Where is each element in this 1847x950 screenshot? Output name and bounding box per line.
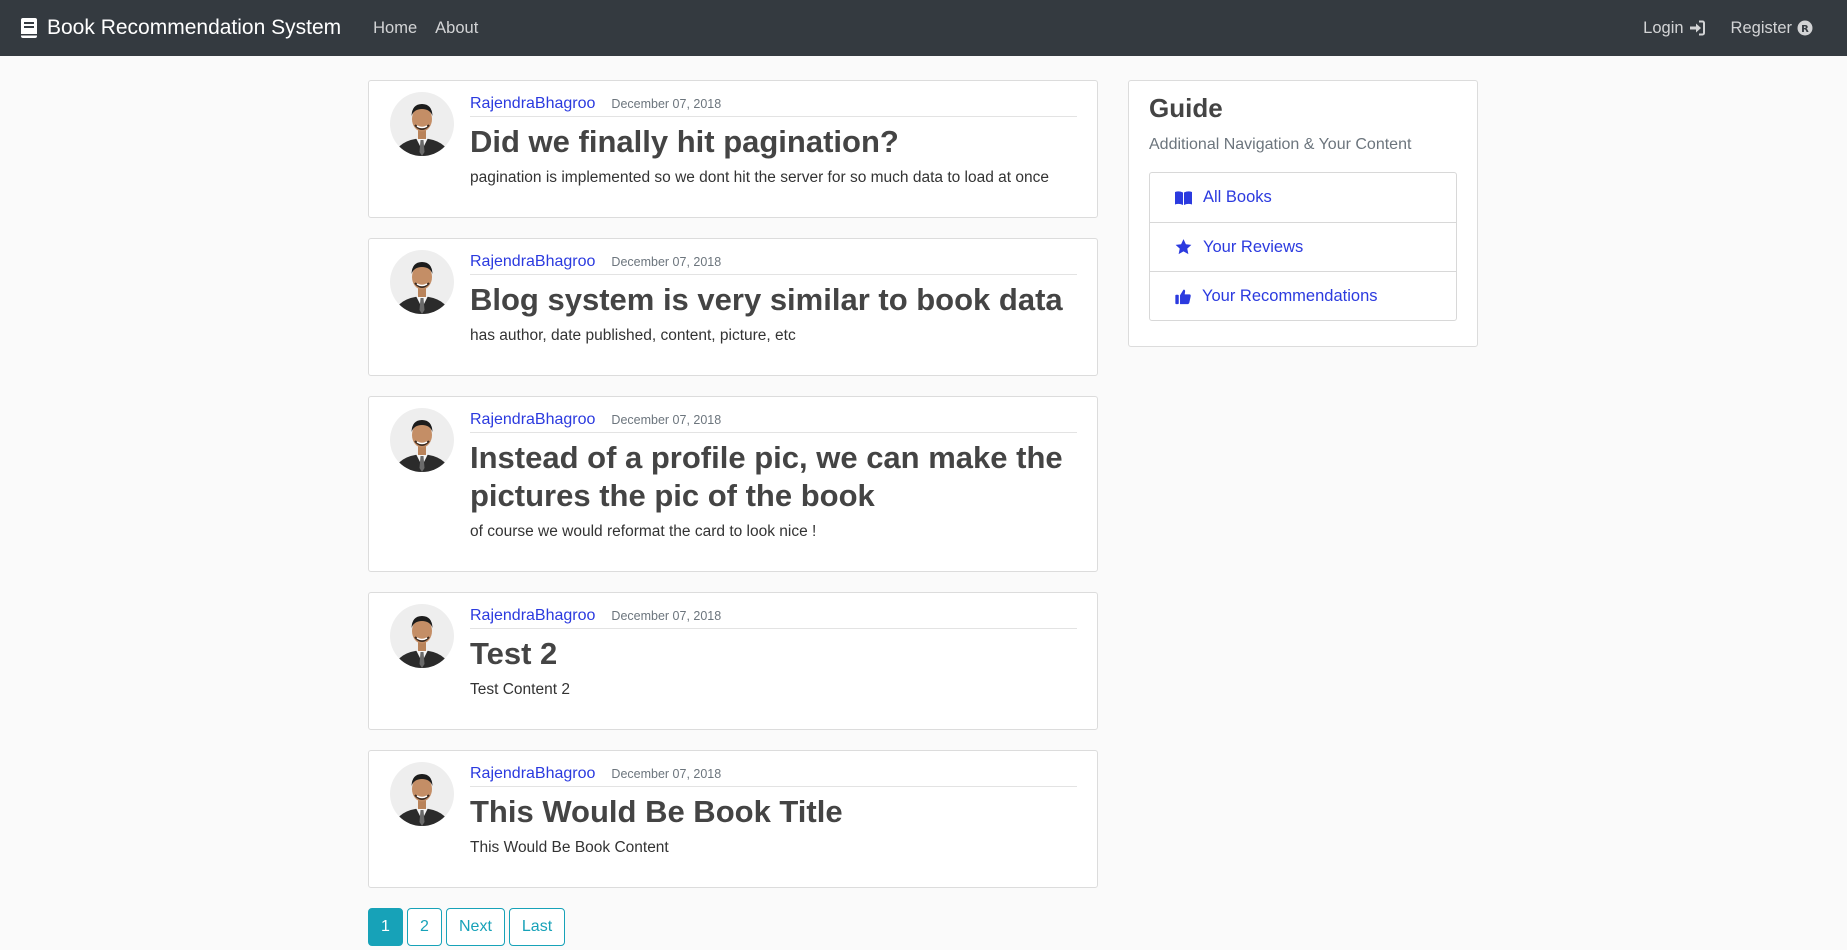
login-link[interactable]: Login: [1643, 18, 1705, 38]
guide-item-your-reviews[interactable]: Your Reviews: [1150, 222, 1456, 271]
post-author-link[interactable]: RajendraBhagroo: [470, 411, 595, 429]
post-content: has author, date published, content, pic…: [470, 327, 796, 344]
nav-home-link[interactable]: Home: [373, 19, 417, 38]
thumbs-up-icon: [1175, 289, 1191, 304]
post-title[interactable]: This Would Be Book Title: [470, 793, 1077, 831]
post-author-link[interactable]: RajendraBhagroo: [470, 765, 595, 783]
post-date: December 07, 2018: [611, 413, 722, 427]
guide-item-your-recommendations[interactable]: Your Recommendations: [1150, 271, 1456, 320]
guide-item-label: All Books: [1203, 188, 1272, 206]
register-label: Register: [1730, 18, 1792, 37]
page-1-button[interactable]: 1: [368, 908, 403, 946]
post-date: December 07, 2018: [611, 97, 722, 111]
register-link[interactable]: Register R: [1731, 19, 1813, 38]
svg-text:R: R: [1801, 24, 1809, 35]
author-avatar: [390, 408, 454, 472]
top-navbar: Book Recommendation System Home About Lo…: [0, 0, 1847, 56]
post-title[interactable]: Test 2: [470, 635, 1077, 673]
post-content: pagination is implemented so we dont hit…: [470, 169, 1050, 186]
post-date: December 07, 2018: [611, 609, 722, 623]
post-author-link[interactable]: RajendraBhagroo: [470, 253, 595, 271]
post-content: This Would Be Book Content: [470, 839, 669, 856]
login-label: Login: [1643, 18, 1684, 37]
book-open-icon: [1175, 190, 1192, 205]
post-content: of course we would reformat the card to …: [470, 523, 817, 540]
guide-item-label: Your Recommendations: [1202, 286, 1378, 305]
guide-nav-list: All Books Your Reviews Your Recommendati…: [1149, 172, 1457, 321]
post-date: December 07, 2018: [611, 767, 722, 781]
post-card: RajendraBhagroo December 07, 2018 This W…: [368, 750, 1098, 888]
sign-in-icon: [1689, 20, 1705, 36]
nav-about-link[interactable]: About: [435, 19, 478, 38]
registered-icon: R: [1797, 20, 1813, 36]
last-page-button[interactable]: Last: [508, 908, 566, 946]
post-card: RajendraBhagroo December 07, 2018 Blog s…: [368, 238, 1098, 376]
post-title[interactable]: Instead of a profile pic, we can make th…: [470, 439, 1077, 515]
post-title[interactable]: Blog system is very similar to book data: [470, 281, 1077, 319]
guide-subtitle: Additional Navigation & Your Content: [1149, 136, 1412, 153]
star-icon: [1175, 239, 1192, 255]
post-card: RajendraBhagroo December 07, 2018 Instea…: [368, 396, 1098, 572]
book-icon: [21, 18, 37, 38]
guide-item-label: Your Reviews: [1203, 237, 1304, 256]
guide-title: Guide: [1149, 93, 1223, 123]
author-avatar: [390, 250, 454, 314]
guide-sidebar: Guide Additional Navigation & Your Conte…: [1128, 80, 1478, 347]
post-title[interactable]: Did we finally hit pagination?: [470, 123, 1077, 161]
post-card: RajendraBhagroo December 07, 2018 Did we…: [368, 80, 1098, 218]
brand-link[interactable]: Book Recommendation System: [20, 16, 341, 40]
next-page-button[interactable]: Next: [446, 908, 505, 946]
author-avatar: [390, 604, 454, 668]
author-avatar: [390, 92, 454, 156]
post-author-link[interactable]: RajendraBhagroo: [470, 607, 595, 625]
guide-item-all-books[interactable]: All Books: [1150, 173, 1456, 222]
page-2-button[interactable]: 2: [407, 908, 442, 946]
post-date: December 07, 2018: [611, 255, 722, 269]
author-avatar: [390, 762, 454, 826]
pagination: 1 2 Next Last: [368, 908, 569, 946]
post-content: Test Content 2: [470, 681, 570, 698]
post-card: RajendraBhagroo December 07, 2018 Test 2…: [368, 592, 1098, 730]
post-author-link[interactable]: RajendraBhagroo: [470, 95, 595, 113]
brand-title: Book Recommendation System: [47, 16, 342, 39]
